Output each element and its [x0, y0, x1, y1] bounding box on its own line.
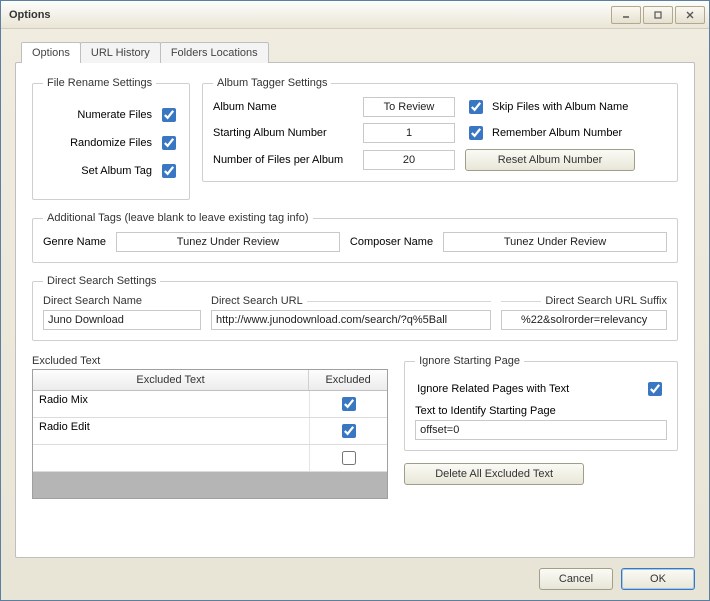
- excluded-grid[interactable]: Excluded Text Excluded Radio Mix Radio E…: [32, 369, 388, 499]
- starting-number-input[interactable]: [363, 123, 455, 143]
- composer-input[interactable]: [443, 232, 667, 252]
- close-button[interactable]: [675, 6, 705, 24]
- table-row: [33, 445, 387, 472]
- excluded-cell-checkbox[interactable]: [342, 397, 356, 411]
- direct-suffix-label: Direct Search URL Suffix: [545, 295, 667, 307]
- additional-tags-group: Additional Tags (leave blank to leave ex…: [32, 212, 678, 263]
- table-row: Radio Edit: [33, 418, 387, 445]
- genre-label: Genre Name: [43, 236, 106, 248]
- randomize-checkbox[interactable]: [162, 136, 176, 150]
- ignore-related-checkbox[interactable]: [648, 382, 662, 396]
- excluded-cell-text[interactable]: [33, 445, 309, 471]
- minimize-button[interactable]: [611, 6, 641, 24]
- file-rename-legend: File Rename Settings: [43, 77, 156, 89]
- numerate-label: Numerate Files: [77, 109, 152, 121]
- col-header-excluded[interactable]: Excluded: [309, 370, 387, 390]
- tab-url-history[interactable]: URL History: [80, 42, 161, 63]
- album-tagger-group: Album Tagger Settings Album Name Skip Fi…: [202, 77, 678, 182]
- identify-label: Text to Identify Starting Page: [415, 405, 667, 417]
- direct-url-label: Direct Search URL: [211, 295, 303, 307]
- table-row: Radio Mix: [33, 391, 387, 418]
- remember-number-checkbox[interactable]: [469, 126, 483, 140]
- maximize-button[interactable]: [643, 6, 673, 24]
- direct-search-group: Direct Search Settings Direct Search Nam…: [32, 275, 678, 341]
- window-buttons: [609, 6, 705, 24]
- album-name-label: Album Name: [213, 101, 353, 113]
- direct-search-legend: Direct Search Settings: [43, 275, 160, 287]
- skip-files-checkbox[interactable]: [469, 100, 483, 114]
- client-area: Options URL History Folders Locations Fi…: [1, 29, 709, 600]
- options-panel: File Rename Settings Numerate Files Rand…: [15, 62, 695, 558]
- genre-input[interactable]: [116, 232, 340, 252]
- col-header-text[interactable]: Excluded Text: [33, 370, 309, 390]
- numerate-checkbox[interactable]: [162, 108, 176, 122]
- skip-files-label: Skip Files with Album Name: [492, 101, 628, 113]
- randomize-label: Randomize Files: [70, 137, 152, 149]
- set-album-tag-checkbox[interactable]: [162, 164, 176, 178]
- starting-number-label: Starting Album Number: [213, 127, 353, 139]
- excluded-cell-checkbox[interactable]: [342, 424, 356, 438]
- cancel-button[interactable]: Cancel: [539, 568, 613, 590]
- window-title: Options: [9, 9, 51, 21]
- files-per-album-input[interactable]: [363, 150, 455, 170]
- tab-options[interactable]: Options: [21, 42, 81, 63]
- ignore-legend: Ignore Starting Page: [415, 355, 524, 367]
- album-tagger-legend: Album Tagger Settings: [213, 77, 331, 89]
- direct-url-input[interactable]: [211, 310, 491, 330]
- identify-input[interactable]: [415, 420, 667, 440]
- options-dialog: Options Options URL History Folders Loca…: [0, 0, 710, 601]
- tab-folders-locations[interactable]: Folders Locations: [160, 42, 269, 63]
- files-per-album-label: Number of Files per Album: [213, 154, 353, 166]
- set-album-tag-label: Set Album Tag: [81, 165, 152, 177]
- titlebar: Options: [1, 1, 709, 29]
- ok-button[interactable]: OK: [621, 568, 695, 590]
- remember-number-label: Remember Album Number: [492, 127, 622, 139]
- additional-tags-legend: Additional Tags (leave blank to leave ex…: [43, 212, 313, 224]
- file-rename-group: File Rename Settings Numerate Files Rand…: [32, 77, 190, 200]
- ignore-starting-page-group: Ignore Starting Page Ignore Related Page…: [404, 355, 678, 451]
- ignore-related-label: Ignore Related Pages with Text: [417, 383, 569, 395]
- excluded-cell-checkbox[interactable]: [342, 451, 356, 465]
- reset-album-number-button[interactable]: Reset Album Number: [465, 149, 635, 171]
- direct-name-label: Direct Search Name: [43, 295, 142, 307]
- delete-excluded-button[interactable]: Delete All Excluded Text: [404, 463, 584, 485]
- excluded-label: Excluded Text: [32, 355, 388, 367]
- tabstrip: Options URL History Folders Locations: [21, 41, 695, 62]
- direct-name-input[interactable]: [43, 310, 201, 330]
- excluded-cell-text[interactable]: Radio Mix: [33, 391, 309, 417]
- album-name-input[interactable]: [363, 97, 455, 117]
- direct-suffix-input[interactable]: [501, 310, 667, 330]
- excluded-cell-text[interactable]: Radio Edit: [33, 418, 309, 444]
- composer-label: Composer Name: [350, 236, 433, 248]
